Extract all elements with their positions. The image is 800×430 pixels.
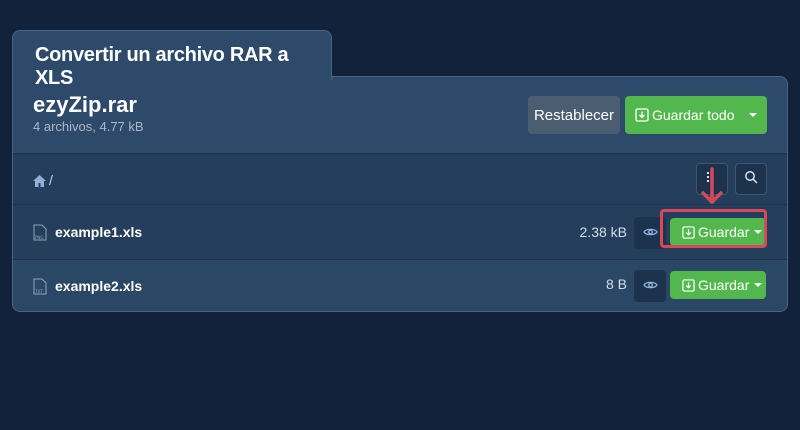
archive-meta: 4 archivos, 4.77 kB (33, 119, 144, 134)
save-file-button[interactable]: Guardar (670, 271, 766, 299)
caret-down-icon (749, 113, 757, 117)
save-all-dropdown-toggle[interactable] (739, 113, 767, 117)
eye-icon (642, 277, 658, 295)
archive-name: ezyZip.rar (33, 92, 137, 117)
caret-down-icon (753, 283, 762, 287)
file-type-label: TXT (34, 289, 43, 294)
archive-header: ezyZip.rar 4 archivos, 4.77 kB Restablec… (13, 77, 787, 154)
path-bar: / (13, 154, 787, 205)
file-icon: PNG (33, 224, 47, 246)
download-icon (682, 278, 695, 292)
file-name[interactable]: example2.xls (55, 278, 142, 294)
file-size: 8 B (605, 276, 627, 292)
arrow-down-icon (699, 166, 725, 213)
search-button[interactable] (735, 163, 767, 195)
home-icon[interactable] (33, 174, 46, 192)
file-icon: TXT (33, 278, 47, 300)
file-name[interactable]: example1.xls (55, 224, 142, 240)
file-type-label: PNG (35, 235, 44, 240)
archive-panel: ezyZip.rar 4 archivos, 4.77 kB Restablec… (12, 76, 788, 312)
converter-tab-title: Convertir un archivo RAR a XLS (12, 30, 332, 89)
path-separator: / (49, 172, 53, 188)
save-file-label: Guardar (698, 277, 750, 293)
reset-button[interactable]: Restablecer (528, 96, 620, 134)
search-icon (744, 170, 758, 189)
eye-icon (642, 224, 658, 242)
save-all-main[interactable]: Guardar todo (625, 107, 739, 123)
download-icon (635, 108, 649, 122)
file-size: 2.38 kB (579, 224, 627, 240)
save-file-main[interactable]: Guardar (670, 277, 749, 293)
preview-button[interactable] (634, 270, 666, 302)
save-file-dropdown-toggle[interactable] (749, 283, 766, 287)
save-all-button[interactable]: Guardar todo (625, 96, 767, 134)
highlight-box (660, 209, 767, 248)
file-row: TXT example2.xls 8 B Guardar (13, 260, 787, 311)
save-all-label: Guardar todo (652, 107, 735, 123)
